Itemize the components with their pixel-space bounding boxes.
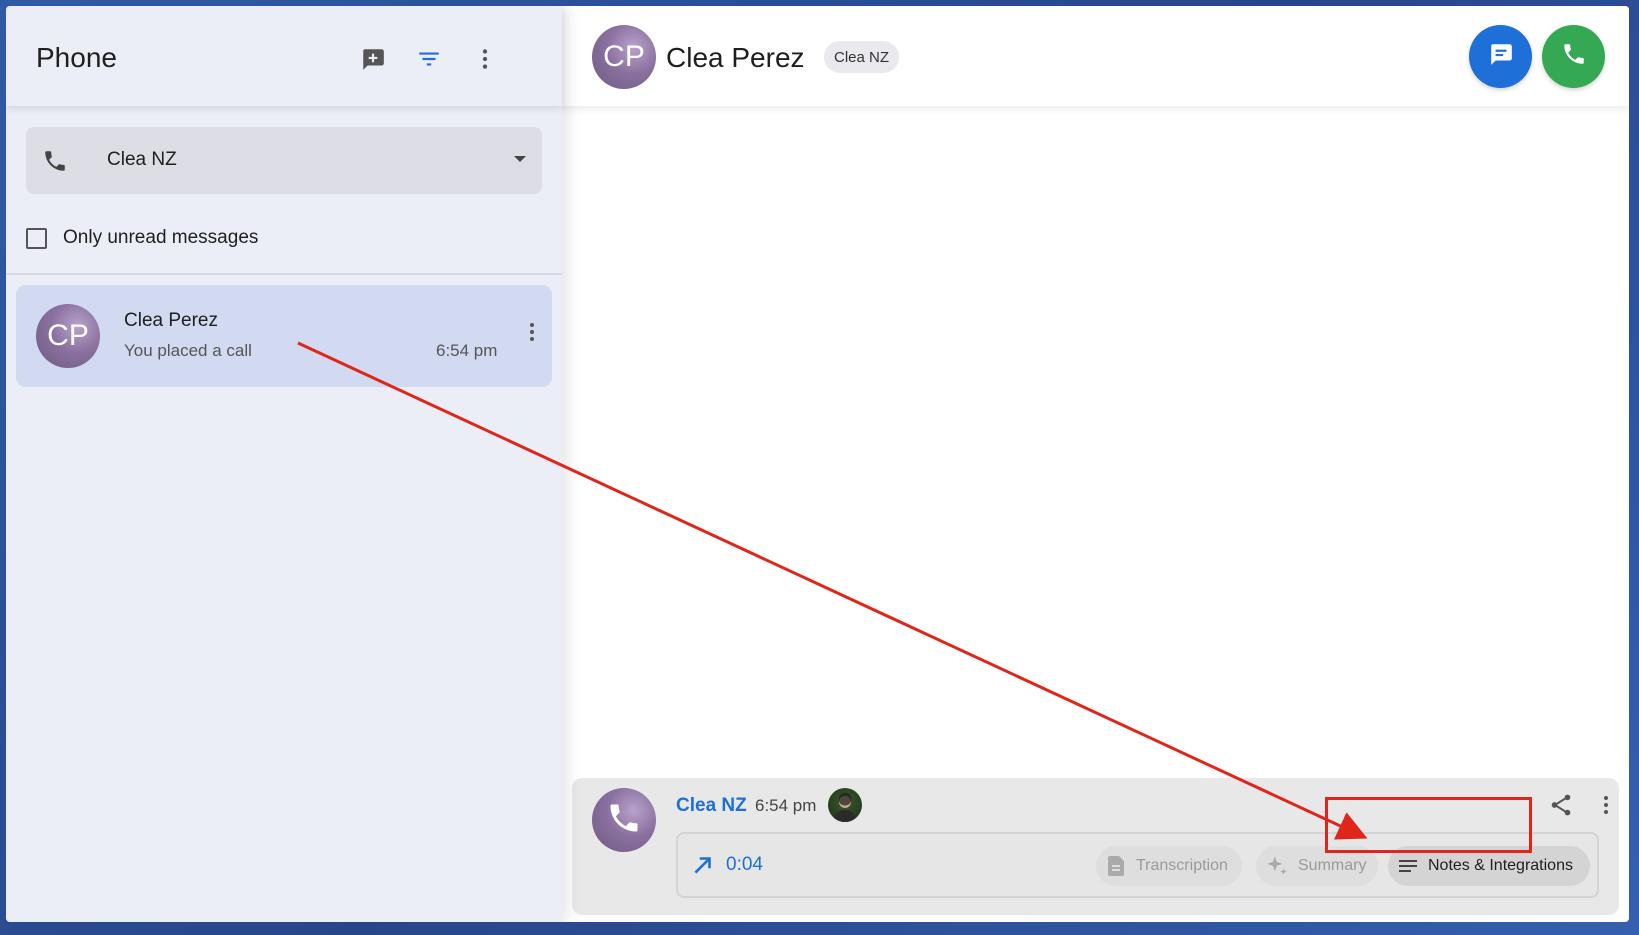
transcription-label: Transcription [1136, 857, 1228, 874]
notes-integrations-button[interactable]: Notes & Integrations [1388, 846, 1590, 886]
call-time: 6:54 pm [755, 796, 817, 815]
more-vert-icon[interactable] [520, 320, 544, 349]
conversation-header: CP Clea Perez Clea NZ [562, 6, 1629, 106]
call-details: 0:04 Transcription Summary Notes & Integ… [676, 832, 1599, 898]
phone-icon [1561, 41, 1587, 72]
more-vert-icon[interactable] [470, 44, 500, 74]
document-icon [1104, 854, 1128, 878]
conversation-preview: You placed a call [124, 341, 252, 360]
phone-icon [42, 148, 68, 179]
avatar: CP [36, 304, 100, 368]
phone-icon [606, 800, 642, 841]
conversation-item[interactable]: CP Clea Perez You placed a call 6:54 pm [16, 285, 552, 387]
chat-icon [1488, 41, 1514, 72]
message-button[interactable] [1469, 25, 1532, 88]
transcription-button[interactable]: Transcription [1096, 846, 1242, 886]
more-vert-icon[interactable] [1594, 792, 1618, 823]
call-button[interactable] [1542, 25, 1605, 88]
conversation-time: 6:54 pm [436, 341, 498, 360]
conversation-sidebar: Phone Clea NZ Only unread messages CP Cl… [6, 6, 562, 922]
summary-label: Summary [1298, 857, 1367, 874]
filter-icon[interactable] [414, 44, 444, 74]
sidebar-header: Phone [6, 6, 562, 106]
notes-icon [1396, 854, 1420, 878]
call-line-name[interactable]: Clea NZ [676, 795, 747, 817]
unread-checkbox[interactable] [26, 227, 47, 249]
call-log-entry: Clea NZ 6:54 pm 0:04 Transcription Summa… [572, 778, 1619, 915]
avatar: CP [592, 25, 656, 89]
conversation-name: Clea Perez [124, 310, 218, 331]
share-icon[interactable] [1548, 792, 1574, 823]
line-selector[interactable]: Clea NZ [26, 127, 542, 194]
app-window: Phone Clea NZ Only unread messages CP Cl… [6, 6, 1629, 922]
line-chip: Clea NZ [824, 41, 900, 73]
unread-filter[interactable]: Only unread messages [26, 226, 258, 250]
contact-name: Clea Perez [666, 42, 805, 73]
summary-button[interactable]: Summary [1256, 846, 1378, 886]
user-photo [828, 788, 862, 822]
sparkle-icon [1264, 853, 1290, 879]
notes-integrations-label: Notes & Integrations [1428, 857, 1573, 874]
conversation-view: CP Clea Perez Clea NZ Clea NZ 6:54 pm 0:… [562, 6, 1629, 922]
line-selector-value: Clea NZ [107, 149, 177, 170]
outgoing-call-icon [690, 852, 716, 883]
call-duration: 0:04 [726, 854, 763, 875]
app-title: Phone [36, 42, 117, 73]
unread-label: Only unread messages [63, 227, 259, 248]
divider [6, 273, 562, 275]
new-message-icon[interactable] [358, 44, 388, 74]
call-avatar [592, 788, 656, 852]
chevron-down-icon [514, 156, 526, 162]
